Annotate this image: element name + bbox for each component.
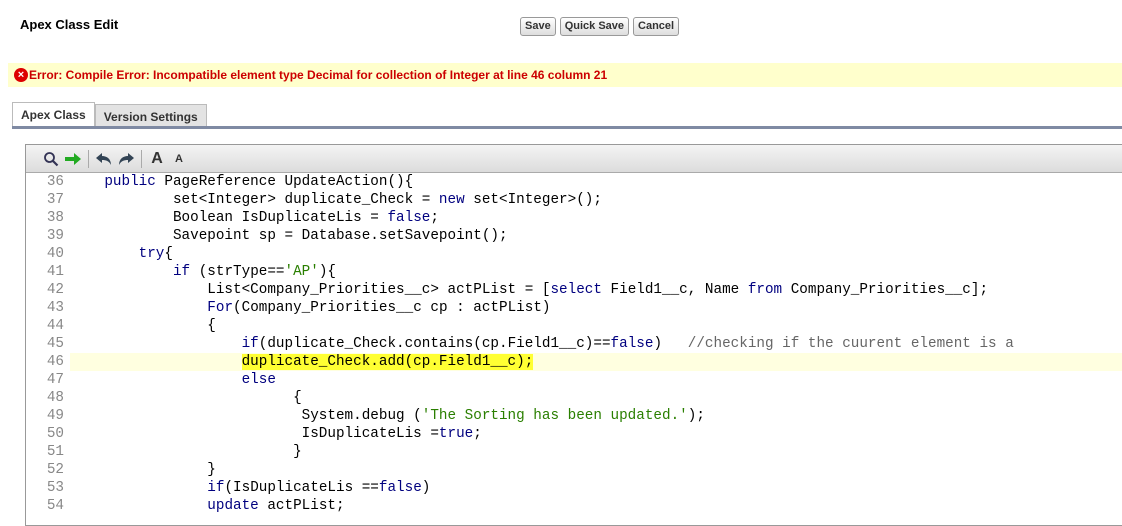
tab-version-settings[interactable]: Version Settings [94,104,207,128]
line-number: 39 [26,227,70,245]
line-number: 54 [26,497,70,515]
code-text: Boolean IsDuplicateLis = false; [70,210,439,226]
redo-icon[interactable] [115,149,137,169]
code-text: IsDuplicateLis =true; [70,426,482,442]
line-number: 45 [26,335,70,353]
code-line[interactable]: 40 try{ [26,245,1122,263]
code-text: List<Company_Priorities__c> actPList = [… [70,282,989,298]
line-number: 37 [26,191,70,209]
code-text: if(duplicate_Check.contains(cp.Field1__c… [241,336,1014,352]
code-line[interactable]: 41 if (strType=='AP'){ [26,263,1122,281]
line-number: 53 [26,479,70,497]
tab-underline [12,126,1122,129]
code-text: else [241,372,276,388]
code-line[interactable]: 38 Boolean IsDuplicateLis = false; [26,209,1122,227]
line-number: 43 [26,299,70,317]
code-line[interactable]: 37 set<Integer> duplicate_Check = new se… [26,191,1122,209]
line-number: 47 [26,371,70,389]
line-number: 51 [26,443,70,461]
code-line[interactable]: 52 } [26,461,1122,479]
go-to-line-icon[interactable] [62,149,84,169]
code-editor[interactable]: A A 36 public PageReference UpdateAction… [25,144,1122,526]
code-line[interactable]: 47 else [26,371,1122,389]
code-text: } [70,444,302,460]
code-line[interactable]: 53 if(IsDuplicateLis ==false) [26,479,1122,497]
code-text: if (strType=='AP'){ [172,264,337,280]
font-larger-icon[interactable]: A [146,149,168,169]
toolbar-divider [88,149,89,168]
toolbar-divider [141,149,142,168]
code-text: Savepoint sp = Database.setSavepoint(); [70,228,508,244]
line-number: 50 [26,425,70,443]
code-line[interactable]: 36 public PageReference UpdateAction(){ [26,173,1122,191]
code-text: } [70,462,216,478]
page-title: Apex Class Edit [20,17,119,32]
tab-apex-class[interactable]: Apex Class [12,102,95,128]
code-line[interactable]: 39 Savepoint sp = Database.setSavepoint(… [26,227,1122,245]
cancel-button[interactable]: Cancel [633,17,680,36]
header-button-group: Save Quick Save Cancel [520,17,680,36]
undo-icon[interactable] [93,149,115,169]
line-number: 40 [26,245,70,263]
line-number: 52 [26,461,70,479]
code-line[interactable]: 42 List<Company_Priorities__c> actPList … [26,281,1122,299]
error-message-bar: × Error: Compile Error: Incompatible ele… [8,63,1122,87]
code-line[interactable]: 45 if(duplicate_Check.contains(cp.Field1… [26,335,1122,353]
line-number: 44 [26,317,70,335]
line-number: 48 [26,389,70,407]
code-line[interactable]: 48 { [26,389,1122,407]
code-line[interactable]: 46 duplicate_Check.add(cp.Field1__c); [26,353,1122,371]
code-text: System.debug ('The Sorting has been upda… [70,408,705,424]
code-line[interactable]: 43 For(Company_Priorities__c cp : actPLi… [26,299,1122,317]
line-number: 49 [26,407,70,425]
editor-toolbar: A A [26,145,1122,173]
line-number: 41 [26,263,70,281]
search-icon[interactable] [40,149,62,169]
code-text: duplicate_Check.add(cp.Field1__c); [241,354,534,370]
code-text: if(IsDuplicateLis ==false) [207,480,431,496]
tab-bar: Apex Class Version Settings [12,102,207,128]
code-text: set<Integer> duplicate_Check = new set<I… [70,192,602,208]
code-line[interactable]: 51 } [26,443,1122,461]
code-text: update actPList; [207,498,345,514]
code-line[interactable]: 54 update actPList; [26,497,1122,515]
code-line[interactable]: 49 System.debug ('The Sorting has been u… [26,407,1122,425]
line-number: 46 [26,353,70,371]
line-number: 42 [26,281,70,299]
error-icon: × [14,68,28,82]
code-text: { [70,318,216,334]
code-area[interactable]: 36 public PageReference UpdateAction(){3… [26,173,1122,515]
save-button[interactable]: Save [520,17,556,36]
line-number: 36 [26,173,70,191]
code-text: try{ [138,246,173,262]
quick-save-button[interactable]: Quick Save [559,17,630,36]
line-number: 38 [26,209,70,227]
error-message: Error: Compile Error: Incompatible eleme… [29,68,608,82]
code-line[interactable]: 50 IsDuplicateLis =true; [26,425,1122,443]
font-smaller-icon[interactable]: A [168,149,190,169]
code-text: public PageReference UpdateAction(){ [104,174,414,190]
code-text: { [70,390,302,406]
code-text: For(Company_Priorities__c cp : actPList) [207,300,551,316]
code-line[interactable]: 44 { [26,317,1122,335]
